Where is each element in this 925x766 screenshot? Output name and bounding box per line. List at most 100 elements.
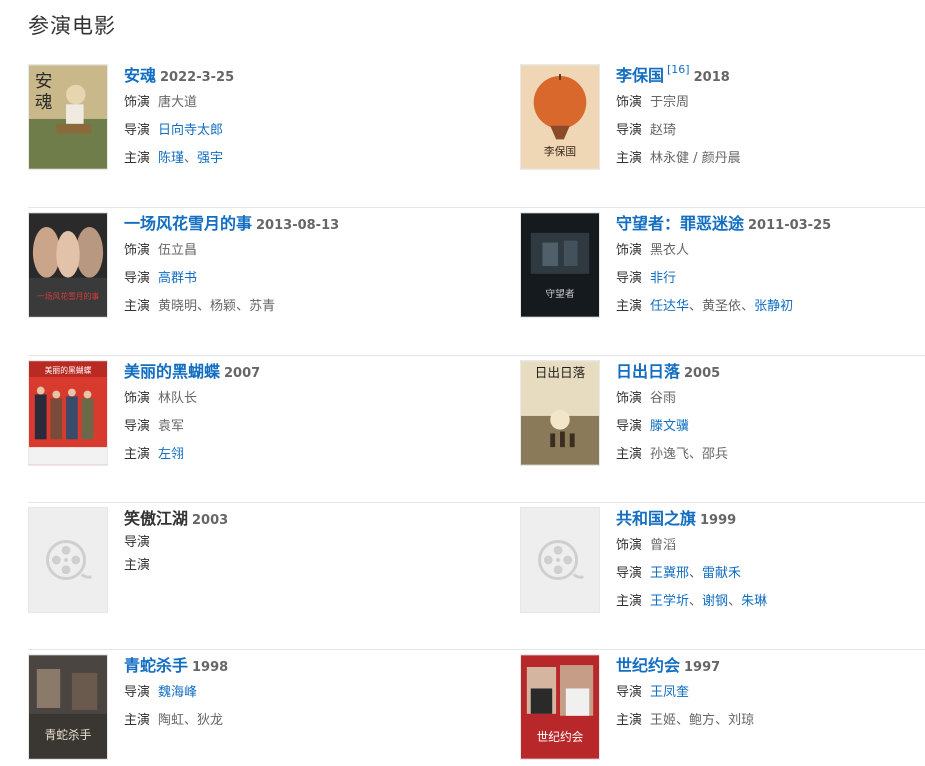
film-title-line: 一场风花雪月的事 2013-08-13 bbox=[124, 212, 484, 236]
role-value: 伍立昌 bbox=[158, 243, 198, 258]
director-line: 导演 非行 bbox=[616, 264, 925, 292]
person-name: 陶虹 bbox=[158, 713, 185, 728]
person-name: 林永健 / 颜丹晨 bbox=[650, 151, 741, 166]
film-title[interactable]: 安魂 bbox=[124, 66, 156, 85]
person-link[interactable]: 强宇 bbox=[197, 151, 223, 166]
director-label: 导演 bbox=[124, 419, 151, 434]
film-info: 笑傲江湖 2003 导演 主演 bbox=[124, 507, 484, 577]
cast-label: 主演 bbox=[616, 151, 643, 166]
film-title-line: 日出日落 2005 bbox=[616, 360, 925, 384]
person-name: 王姬 bbox=[650, 713, 677, 728]
person-link[interactable]: 非行 bbox=[650, 271, 676, 286]
person-link[interactable]: 朱琳 bbox=[741, 594, 767, 609]
svg-text:日出日落: 日出日落 bbox=[535, 365, 586, 380]
director-label: 导演 bbox=[124, 123, 151, 138]
person-name: 黄圣依 bbox=[702, 299, 742, 314]
director-label: 导演 bbox=[616, 685, 643, 700]
cast-line: 主演 黄晓明、杨颖、苏青 bbox=[124, 292, 484, 320]
director-line: 导演 王凤奎 bbox=[616, 678, 925, 706]
person-name: 赵琦 bbox=[650, 123, 677, 138]
film-poster[interactable]: 日出日落 bbox=[520, 360, 600, 466]
person-link[interactable]: 日向寺太郎 bbox=[158, 123, 223, 138]
role-line: 饰演 黑衣人 bbox=[616, 236, 925, 264]
director-label: 导演 bbox=[124, 271, 151, 286]
reference-superscript[interactable]: [16] bbox=[667, 63, 690, 76]
role-label: 饰演 bbox=[124, 243, 151, 258]
role-label: 饰演 bbox=[124, 95, 151, 110]
name-separator: 、 bbox=[689, 594, 703, 609]
film-reel-placeholder-icon bbox=[520, 507, 600, 613]
name-separator: 、 bbox=[715, 713, 729, 728]
film-poster[interactable]: 安魂 bbox=[28, 64, 108, 170]
film-poster[interactable]: 一场风花雪月的事 bbox=[28, 212, 108, 318]
film-title[interactable]: 共和国之旗 bbox=[616, 509, 696, 528]
role-line: 饰演 伍立昌 bbox=[124, 236, 484, 264]
name-separator: 、 bbox=[689, 566, 703, 581]
film-title[interactable]: 守望者：罪恶迷途 bbox=[616, 214, 744, 233]
person-link[interactable]: 高群书 bbox=[158, 271, 197, 286]
name-separator: 、 bbox=[728, 594, 742, 609]
film-row: 笑傲江湖 2003 导演 主演 共和国之旗 1999 饰演 曾滔 导演 王冀邢、雷献禾 主演 王学圻、… bbox=[28, 503, 925, 650]
role-line: 饰演 曾滔 bbox=[616, 531, 925, 559]
cast-line: 主演 陶虹、狄龙 bbox=[124, 706, 484, 734]
film-title[interactable]: 世纪约会 bbox=[616, 656, 680, 675]
cast-label: 主演 bbox=[616, 713, 643, 728]
film-title[interactable]: 一场风花雪月的事 bbox=[124, 214, 252, 233]
svg-text:一场风花雪月的事: 一场风花雪月的事 bbox=[37, 291, 100, 301]
director-line: 导演 高群书 bbox=[124, 264, 484, 292]
film-row: 美丽的黑蝴蝶 美丽的黑蝴蝶 2007 饰演 林队长 导演 袁军 主演 左翎 日出日落 日出日落 200… bbox=[28, 356, 925, 503]
person-link[interactable]: 魏海峰 bbox=[158, 685, 197, 700]
role-value: 黑衣人 bbox=[650, 243, 690, 258]
person-name: 杨颖 bbox=[210, 299, 237, 314]
person-link[interactable]: 王学圻 bbox=[650, 594, 689, 609]
person-link[interactable]: 雷献禾 bbox=[702, 566, 741, 581]
film-title-line: 李保国 [16]2018 bbox=[616, 63, 925, 88]
role-value: 于宗周 bbox=[650, 95, 690, 110]
person-name: 苏青 bbox=[249, 299, 276, 314]
person-link[interactable]: 谢钢 bbox=[702, 594, 728, 609]
person-name: 袁军 bbox=[158, 419, 185, 434]
person-link[interactable]: 王冀邢 bbox=[650, 566, 689, 581]
svg-text:守望者: 守望者 bbox=[545, 287, 574, 300]
cast-label: 主演 bbox=[124, 713, 151, 728]
cast-line: 主演 孙逸飞、邵兵 bbox=[616, 440, 925, 468]
cast-line: 主演 陈瑾、强宇 bbox=[124, 144, 484, 172]
svg-text:魂: 魂 bbox=[35, 93, 53, 113]
film-info: 世纪约会 1997 导演 王凤奎 主演 王姬、鲍方、刘琼 bbox=[616, 654, 925, 734]
person-link[interactable]: 滕文骥 bbox=[650, 419, 689, 434]
name-separator: 、 bbox=[689, 299, 703, 314]
film-row: 安魂安魂 2022-3-25 饰演 唐大道 导演 日向寺太郎 主演 陈瑾、强宇 李保国 李保国 [1… bbox=[28, 60, 925, 208]
film-title[interactable]: 李保国 bbox=[616, 66, 664, 85]
person-link[interactable]: 张静初 bbox=[754, 299, 793, 314]
film-poster[interactable]: 青蛇杀手 bbox=[28, 654, 108, 760]
person-link[interactable]: 王凤奎 bbox=[650, 685, 689, 700]
cast-label: 主演 bbox=[124, 558, 151, 573]
film-info: 日出日落 2005 饰演 谷雨 导演 滕文骥 主演 孙逸飞、邵兵 bbox=[616, 360, 925, 468]
svg-text:美丽的黑蝴蝶: 美丽的黑蝴蝶 bbox=[45, 365, 92, 375]
film-title: 笑傲江湖 bbox=[124, 509, 189, 528]
film-title[interactable]: 日出日落 bbox=[616, 362, 680, 381]
person-link[interactable]: 陈瑾 bbox=[158, 151, 184, 166]
film-row: 一场风花雪月的事 一场风花雪月的事 2013-08-13 饰演 伍立昌 导演 高群书 主演 黄晓… bbox=[28, 208, 925, 356]
person-link[interactable]: 任达华 bbox=[650, 299, 689, 314]
person-link[interactable]: 左翎 bbox=[158, 447, 184, 462]
role-label: 饰演 bbox=[124, 391, 151, 406]
film-year: 1997 bbox=[684, 660, 721, 675]
film-poster[interactable]: 李保国 bbox=[520, 64, 600, 170]
film-poster[interactable]: 世纪约会 bbox=[520, 654, 600, 760]
director-line: 导演 bbox=[124, 531, 484, 554]
film-title[interactable]: 青蛇杀手 bbox=[124, 656, 188, 675]
film-poster[interactable]: 守望者 bbox=[520, 212, 600, 318]
film-poster[interactable]: 美丽的黑蝴蝶 bbox=[28, 360, 108, 466]
film-grid: 安魂安魂 2022-3-25 饰演 唐大道 导演 日向寺太郎 主演 陈瑾、强宇 李保国 李保国 [1… bbox=[28, 60, 925, 766]
film-row: 青蛇杀手 青蛇杀手 1998 导演 魏海峰主演 陶虹、狄龙 世纪约会 世纪约会 1997 导演 王凤… bbox=[28, 650, 925, 766]
film-year: 2018 bbox=[693, 70, 730, 85]
director-label: 导演 bbox=[616, 566, 643, 581]
role-line: 饰演 林队长 bbox=[124, 384, 484, 412]
director-line: 导演 王冀邢、雷献禾 bbox=[616, 559, 925, 587]
film-title[interactable]: 美丽的黑蝴蝶 bbox=[124, 362, 220, 381]
section-title: 参演电影 bbox=[28, 14, 116, 38]
film-year: 1998 bbox=[192, 660, 229, 675]
film-year: 2005 bbox=[684, 366, 721, 381]
filmography-page: 参演电影 安魂安魂 2022-3-25 饰演 唐大道 导演 日向寺太郎 主演 陈瑾、强宇 李保国… bbox=[0, 0, 925, 766]
